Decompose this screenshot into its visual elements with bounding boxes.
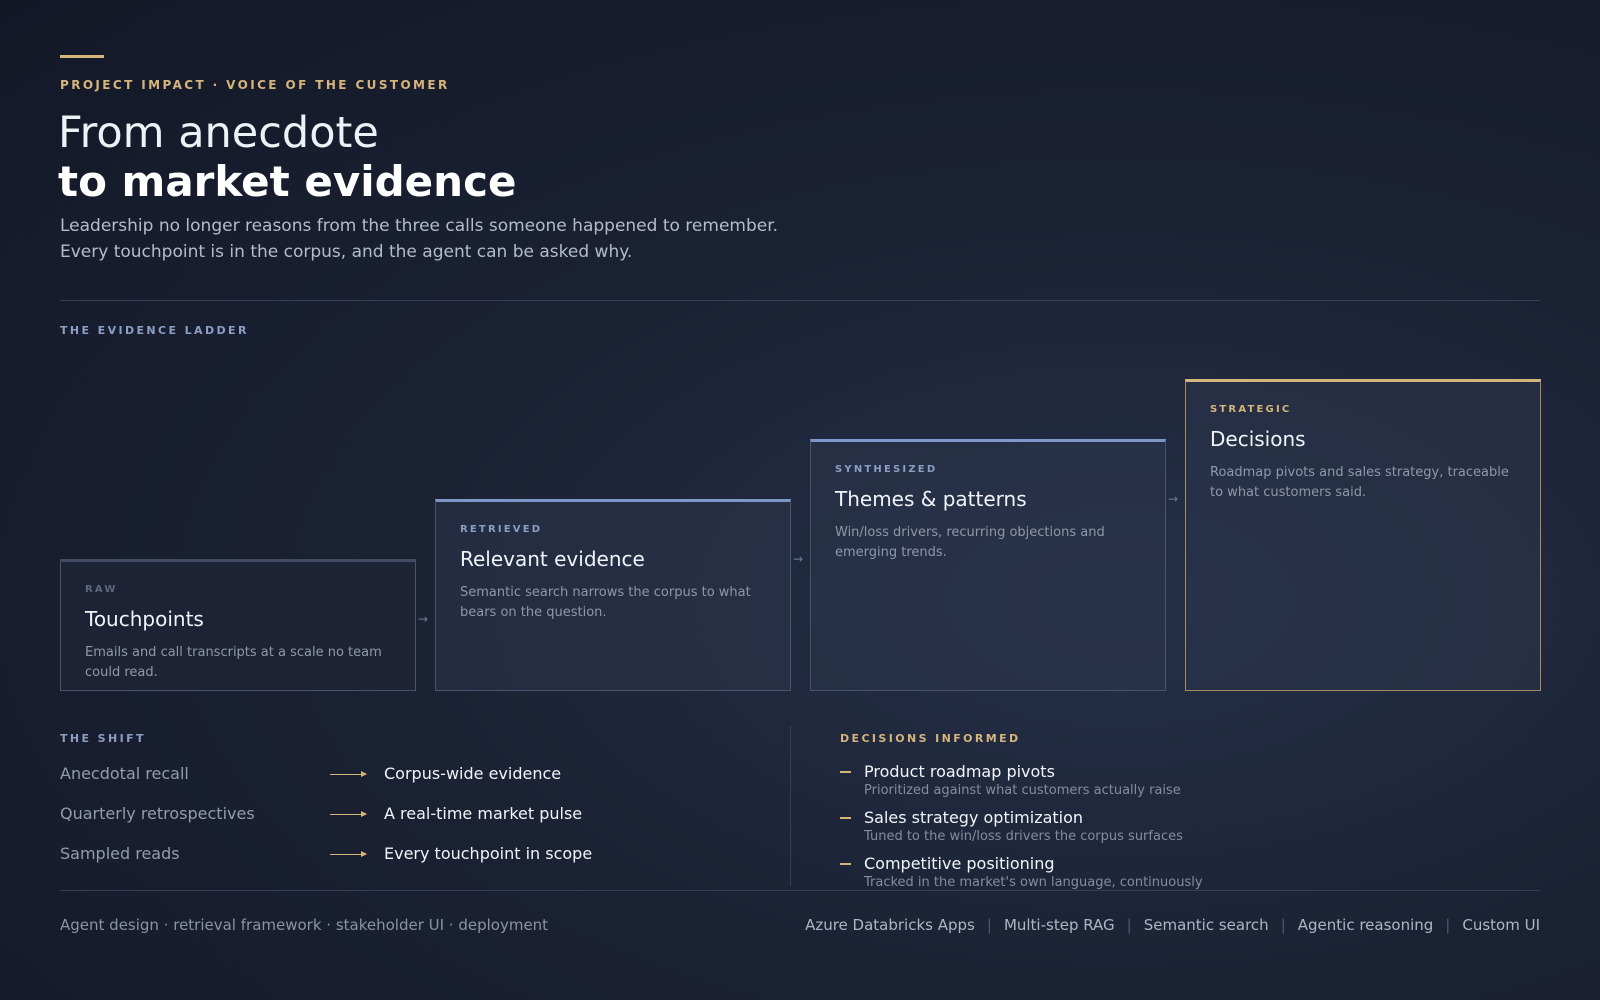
arrow-right-icon [330, 811, 367, 817]
footer-scope: Agent design · retrieval framework · sta… [60, 916, 549, 934]
decision-title: Competitive positioning [864, 854, 1055, 873]
page-title-line1: From anecdote [58, 108, 379, 158]
ladder-step-touchpoints: RAW Touchpoints Emails and call transcri… [60, 559, 416, 691]
evidence-ladder-label: THE EVIDENCE LADDER [60, 324, 249, 337]
column-divider [790, 726, 791, 886]
step-description: Roadmap pivots and sales strategy, trace… [1210, 465, 1509, 500]
tag-separator: | [1126, 916, 1132, 934]
decisions-label: DECISIONS INFORMED [840, 732, 1021, 745]
arrow-right-icon: → [418, 612, 429, 626]
divider-bottom [60, 890, 1540, 891]
eyebrow: PROJECT IMPACT · VOICE OF THE CUSTOMER [60, 78, 450, 92]
tech-tag: Custom UI [1462, 916, 1540, 934]
step-tier: STRATEGIC [1210, 404, 1292, 415]
step-description: Emails and call transcripts at a scale n… [85, 645, 382, 680]
ladder-step-themes-patterns: SYNTHESIZED Themes & patterns Win/loss d… [810, 439, 1166, 691]
step-description: Win/loss drivers, recurring objections a… [835, 525, 1105, 560]
tag-separator: | [1445, 916, 1451, 934]
tech-tag: Semantic search [1143, 916, 1269, 934]
decision-subtitle: Prioritized against what customers actua… [864, 783, 1181, 798]
shift-from: Quarterly retrospectives [60, 804, 255, 823]
step-title: Relevant evidence [460, 547, 645, 571]
dash-icon [840, 771, 851, 773]
step-description: Semantic search narrows the corpus to wh… [460, 585, 751, 620]
arrow-right-icon [330, 851, 367, 857]
arrow-right-icon: → [793, 552, 804, 566]
dash-icon [840, 817, 851, 819]
arrow-right-icon [330, 771, 367, 777]
step-tier: SYNTHESIZED [835, 464, 938, 475]
decision-title: Product roadmap pivots [864, 762, 1055, 781]
subtitle-line1: Leadership no longer reasons from the th… [60, 216, 779, 236]
shift-to: Every touchpoint in scope [384, 844, 593, 863]
step-title: Themes & patterns [835, 487, 1027, 511]
tag-separator: | [1280, 916, 1286, 934]
dash-icon [840, 863, 851, 865]
shift-from: Anecdotal recall [60, 764, 189, 783]
step-tier: RETRIEVED [460, 524, 543, 535]
tech-tag: Multi-step RAG [1003, 916, 1115, 934]
tag-separator: | [986, 916, 992, 934]
decision-title: Sales strategy optimization [864, 808, 1084, 827]
ladder-step-relevant-evidence: RETRIEVED Relevant evidence Semantic sea… [435, 499, 791, 691]
shift-from: Sampled reads [60, 844, 180, 863]
step-title: Touchpoints [85, 607, 204, 631]
decision-subtitle: Tracked in the market's own language, co… [864, 875, 1203, 890]
accent-rule [60, 55, 104, 58]
tech-tag: Agentic reasoning [1297, 916, 1434, 934]
shift-to: Corpus-wide evidence [384, 764, 562, 783]
tech-tag: Azure Databricks Apps [805, 916, 975, 934]
decision-subtitle: Tuned to the win/loss drivers the corpus… [864, 829, 1183, 844]
shift-label: THE SHIFT [60, 732, 146, 745]
arrow-right-icon: → [1168, 492, 1179, 506]
step-title: Decisions [1210, 427, 1306, 451]
shift-to: A real-time market pulse [384, 804, 583, 823]
page-title-line2: to market evidence [58, 157, 517, 206]
step-tier: RAW [85, 584, 118, 595]
ladder-step-decisions: STRATEGIC Decisions Roadmap pivots and s… [1185, 379, 1541, 691]
footer-tags: Azure Databricks Apps | Multi-step RAG |… [805, 916, 1540, 934]
divider-top [60, 300, 1540, 301]
subtitle-line2: Every touchpoint is in the corpus, and t… [60, 242, 633, 262]
